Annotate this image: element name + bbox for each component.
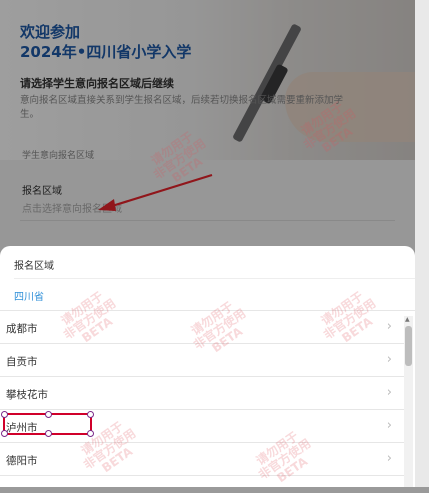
city-item-panzhihua[interactable]: 攀枝花市 › xyxy=(0,377,404,410)
city-name: 自贡市 xyxy=(6,356,38,368)
scrollbar-thumb[interactable] xyxy=(405,326,412,366)
city-list: 成都市 › 自贡市 › 攀枝花市 › 泸州市 › 德阳市 › xyxy=(0,311,404,476)
region-picker-sheet: 报名区域 四川省 成都市 › 自贡市 › 攀枝花市 › 泸州市 › 德阳市 › … xyxy=(0,246,415,487)
city-item-chengdu[interactable]: 成都市 › xyxy=(0,311,404,344)
selected-city-highlight xyxy=(1,411,94,437)
divider xyxy=(14,278,415,279)
chevron-right-icon: › xyxy=(386,418,392,433)
chevron-right-icon: › xyxy=(386,319,392,334)
list-scrollbar[interactable]: ▲ xyxy=(404,316,413,487)
city-name: 成都市 xyxy=(6,323,38,335)
resize-handle xyxy=(87,430,94,437)
chevron-right-icon: › xyxy=(386,451,392,466)
picker-title: 报名区域 xyxy=(14,261,54,272)
tab-province-sichuan[interactable]: 四川省 xyxy=(14,288,44,303)
scroll-up-arrow-icon[interactable]: ▲ xyxy=(405,316,410,323)
resize-handle xyxy=(1,411,8,418)
city-name: 德阳市 xyxy=(6,455,38,467)
city-name: 攀枝花市 xyxy=(6,389,48,401)
resize-handle xyxy=(45,430,52,437)
resize-handle xyxy=(87,411,94,418)
resize-handle xyxy=(45,411,52,418)
resize-handle xyxy=(1,430,8,437)
chevron-right-icon: › xyxy=(386,352,392,367)
city-item-zigong[interactable]: 自贡市 › xyxy=(0,344,404,377)
chevron-right-icon: › xyxy=(386,385,392,400)
window-scroll-track xyxy=(415,0,429,487)
city-item-deyang[interactable]: 德阳市 › xyxy=(0,443,404,476)
